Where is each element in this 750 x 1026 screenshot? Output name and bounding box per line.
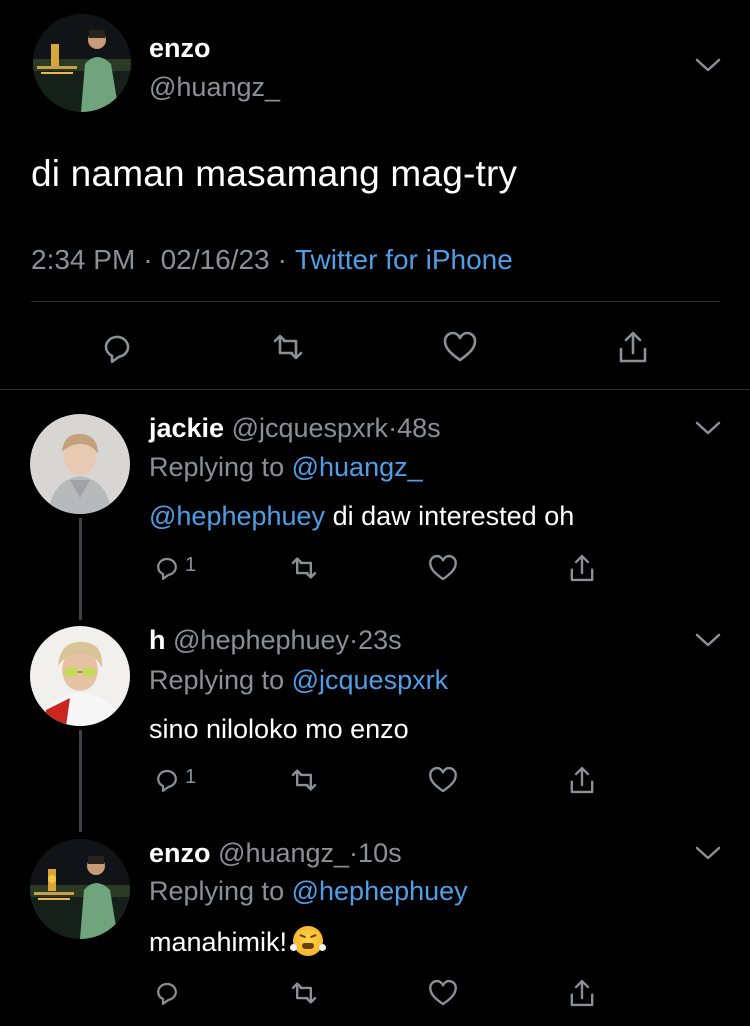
author-handle[interactable]: @jcquespxrk bbox=[232, 413, 388, 443]
tweet-source-link[interactable]: Twitter for iPhone bbox=[295, 244, 513, 275]
like-icon[interactable] bbox=[440, 327, 480, 367]
reply-header: enzo @huangz_·10s bbox=[149, 838, 402, 869]
author-handle[interactable]: @hephephuey bbox=[173, 625, 349, 655]
replying-to: Replying to @jcquespxrk bbox=[149, 665, 448, 696]
reply-tweet[interactable]: jackie @jcquespxrk·48s Replying to @huan… bbox=[0, 400, 750, 620]
like-icon[interactable] bbox=[426, 551, 460, 585]
share-icon[interactable] bbox=[565, 763, 599, 797]
retweet-icon[interactable] bbox=[287, 976, 321, 1010]
reply-action[interactable]: 1 bbox=[151, 551, 211, 585]
tweet-time: 23s bbox=[358, 625, 402, 655]
tweet-date: 02/16/23 bbox=[160, 244, 270, 275]
tweet-meta: 2:34 PM · 02/16/23 · Twitter for iPhone bbox=[31, 244, 513, 276]
chevron-down-icon[interactable] bbox=[695, 632, 721, 648]
divider bbox=[31, 301, 720, 302]
chevron-down-icon[interactable] bbox=[695, 845, 721, 861]
author-name[interactable]: enzo bbox=[149, 838, 211, 868]
like-icon[interactable] bbox=[426, 976, 460, 1010]
tweet-time: 48s bbox=[397, 413, 441, 443]
author-name[interactable]: h bbox=[149, 625, 166, 655]
reply-action[interactable]: 1 bbox=[151, 763, 211, 797]
author-name[interactable]: enzo bbox=[149, 33, 211, 64]
replying-to-mention[interactable]: @huangz_ bbox=[292, 452, 423, 482]
avatar[interactable] bbox=[30, 414, 130, 514]
reply-tweet[interactable]: enzo @huangz_·10s Replying to @hephephue… bbox=[0, 825, 750, 1025]
retweet-icon[interactable] bbox=[287, 763, 321, 797]
tweet-actions bbox=[0, 325, 750, 369]
replying-to-mention[interactable]: @jcquespxrk bbox=[292, 665, 448, 695]
reply-count: 1 bbox=[185, 554, 197, 576]
reply-header: h @hephephuey·23s bbox=[149, 625, 402, 656]
replying-to: Replying to @hephephuey bbox=[149, 876, 468, 907]
avatar[interactable] bbox=[30, 626, 130, 726]
tweet-text: di naman masamang mag-try bbox=[31, 153, 518, 194]
divider bbox=[0, 389, 750, 390]
reply-count: 1 bbox=[185, 766, 197, 788]
tweet-text: sino niloloko mo enzo bbox=[149, 714, 409, 744]
chevron-down-icon[interactable] bbox=[695, 420, 721, 436]
reply-icon[interactable] bbox=[97, 327, 137, 367]
tweet-actions bbox=[0, 976, 750, 1016]
mention-link[interactable]: @hephephuey bbox=[149, 501, 325, 531]
replying-to-label: Replying to bbox=[149, 876, 285, 906]
reply-header: jackie @jcquespxrk·48s bbox=[149, 413, 441, 444]
meta-separator: · bbox=[349, 838, 359, 868]
tweet-actions: 1 bbox=[0, 551, 750, 591]
meta-separator: · bbox=[277, 244, 287, 275]
share-icon[interactable] bbox=[565, 976, 599, 1010]
tweet-thread-page: enzo @huangz_ di naman masamang mag-try … bbox=[0, 0, 750, 1026]
tweet-text: manahimik! bbox=[149, 926, 327, 958]
tweet-actions: 1 bbox=[0, 763, 750, 803]
author-handle[interactable]: @huangz_ bbox=[218, 838, 349, 868]
reply-icon[interactable] bbox=[151, 763, 183, 795]
reply-icon[interactable] bbox=[151, 551, 183, 583]
replying-to: Replying to @huangz_ bbox=[149, 452, 423, 483]
retweet-icon[interactable] bbox=[287, 551, 321, 585]
tweet-text-content: manahimik! bbox=[149, 927, 288, 957]
tweet-time: 2:34 PM bbox=[31, 244, 136, 275]
share-icon[interactable] bbox=[565, 551, 599, 585]
face-with-steam-from-nose-icon bbox=[290, 926, 327, 956]
replying-to-label: Replying to bbox=[149, 452, 285, 482]
reply-tweet[interactable]: h @hephephuey·23s Replying to @jcquespxr… bbox=[0, 612, 750, 832]
meta-separator: · bbox=[143, 244, 153, 275]
share-icon[interactable] bbox=[613, 327, 653, 367]
tweet-text: @hephephuey di daw interested oh bbox=[149, 501, 574, 532]
avatar[interactable] bbox=[33, 14, 131, 112]
author-name[interactable]: jackie bbox=[149, 413, 224, 443]
reply-icon[interactable] bbox=[151, 976, 183, 1008]
author-handle[interactable]: @huangz_ bbox=[149, 72, 280, 103]
retweet-icon[interactable] bbox=[268, 327, 308, 367]
chevron-down-icon[interactable] bbox=[695, 57, 721, 73]
like-icon[interactable] bbox=[426, 763, 460, 797]
meta-separator: · bbox=[349, 625, 359, 655]
main-tweet: enzo @huangz_ di naman masamang mag-try … bbox=[0, 0, 750, 390]
replying-to-mention[interactable]: @hephephuey bbox=[292, 876, 468, 906]
meta-separator: · bbox=[388, 413, 398, 443]
tweet-text-content: di daw interested oh bbox=[332, 501, 575, 531]
replying-to-label: Replying to bbox=[149, 665, 285, 695]
avatar[interactable] bbox=[30, 839, 130, 939]
tweet-time: 10s bbox=[358, 838, 402, 868]
